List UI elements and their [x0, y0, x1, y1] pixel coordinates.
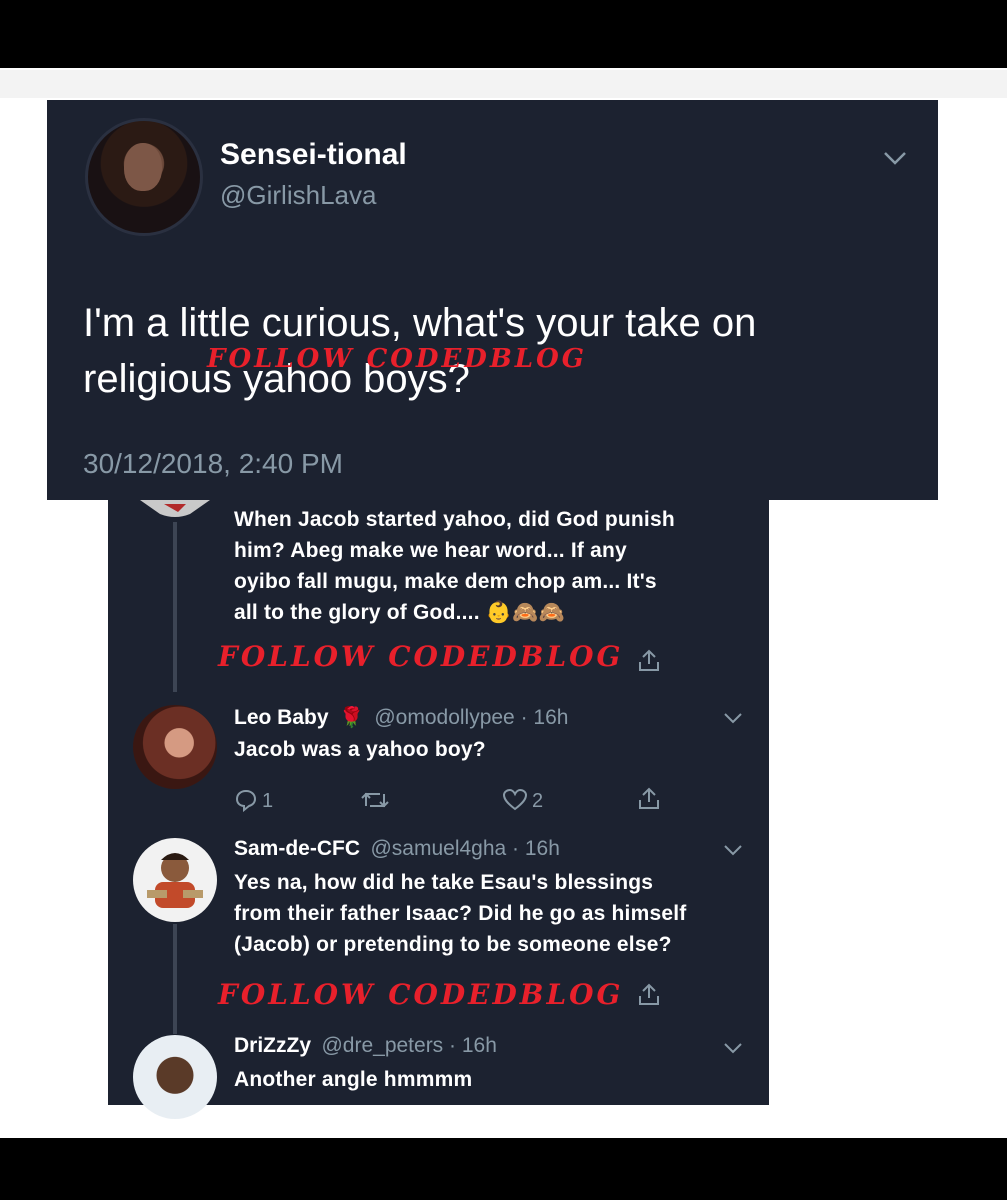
rose-icon: 🌹	[338, 707, 364, 729]
reply-actions: 1 2	[234, 786, 664, 816]
reply-header: Leo Baby 🌹 @omodollypee · 16h	[234, 705, 568, 730]
watermark-text: FOLLOW CODEDBLOG	[207, 344, 587, 374]
cartoon-avatar-art	[147, 853, 203, 908]
reply-text-line: Yes na, how did he take Esau's blessings	[234, 871, 654, 894]
retweet-icon[interactable]	[360, 788, 390, 812]
reply-text: Jacob was a yahoo boy?	[234, 738, 486, 761]
bottom-black-bar	[0, 1138, 1007, 1200]
chevron-down-icon[interactable]	[722, 842, 744, 858]
first-reply-line: him? Abeg make we hear word... If any	[234, 539, 627, 562]
reply-author-name[interactable]: Leo Baby	[234, 706, 329, 729]
chevron-down-icon[interactable]	[722, 1040, 744, 1056]
watermark-text: FOLLOW CODEDBLOG	[218, 978, 624, 1011]
reply-author-name[interactable]: DriZzZy	[234, 1034, 311, 1057]
first-reply-line: all to the glory of God.... 👶🙈🙈	[234, 601, 565, 624]
reply-author-name[interactable]: Sam-de-CFC	[234, 837, 360, 860]
first-reply-line: oyibo fall mugu, make dem chop am... It'…	[234, 570, 657, 593]
avatar-face	[124, 143, 162, 191]
replies-panel: When Jacob started yahoo, did God punish…	[108, 500, 769, 1119]
thread-line	[173, 522, 177, 692]
reply-icon[interactable]	[234, 788, 258, 812]
reply-handle[interactable]: @dre_peters · 16h	[321, 1034, 496, 1057]
reply-header: DriZzZy @dre_peters · 16h	[234, 1034, 497, 1058]
reply-text-line: (Jacob) or pretending to be someone else…	[234, 933, 672, 956]
main-tweet-card: Sensei-tional @GirlishLava I'm a little …	[47, 100, 938, 500]
top-black-bar	[0, 0, 1007, 68]
thread-line	[173, 924, 177, 1034]
author-name[interactable]: Sensei-tional	[220, 138, 407, 172]
reply-header: Sam-de-CFC @samuel4gha · 16h	[234, 837, 560, 861]
author-handle[interactable]: @GirlishLava	[220, 180, 376, 211]
watermark-text: FOLLOW CODEDBLOG	[218, 640, 624, 673]
partial-avatar	[140, 500, 210, 517]
reply-text-line: from their father Isaac? Did he go as hi…	[234, 902, 687, 925]
heart-icon[interactable]	[502, 788, 528, 812]
chevron-down-icon[interactable]	[882, 148, 908, 168]
reply-text: Yes na, how did he take Esau's blessings…	[234, 867, 686, 960]
tweet-timestamp: 30/12/2018, 2:40 PM	[83, 448, 343, 479]
tweet-text-line-1: I'm a little curious, what's your take o…	[83, 301, 757, 345]
avatar[interactable]	[133, 705, 217, 789]
chevron-down-icon[interactable]	[722, 710, 744, 726]
share-icon[interactable]	[636, 648, 662, 674]
share-icon[interactable]	[636, 786, 662, 812]
first-reply-text: When Jacob started yahoo, did God punish…	[234, 504, 675, 628]
top-gray-strip	[0, 70, 1007, 98]
reply-count: 1	[262, 790, 274, 812]
reply-handle[interactable]: @samuel4gha · 16h	[370, 837, 559, 860]
share-icon[interactable]	[636, 982, 662, 1008]
like-count: 2	[532, 790, 544, 812]
reply-text: Another angle hmmmm	[234, 1068, 473, 1091]
avatar[interactable]	[133, 838, 217, 922]
reply-handle[interactable]: @omodollypee · 16h	[374, 706, 568, 729]
avatar[interactable]	[133, 1035, 217, 1119]
first-reply-line: When Jacob started yahoo, did God punish	[234, 508, 675, 531]
avatar[interactable]	[85, 118, 203, 236]
